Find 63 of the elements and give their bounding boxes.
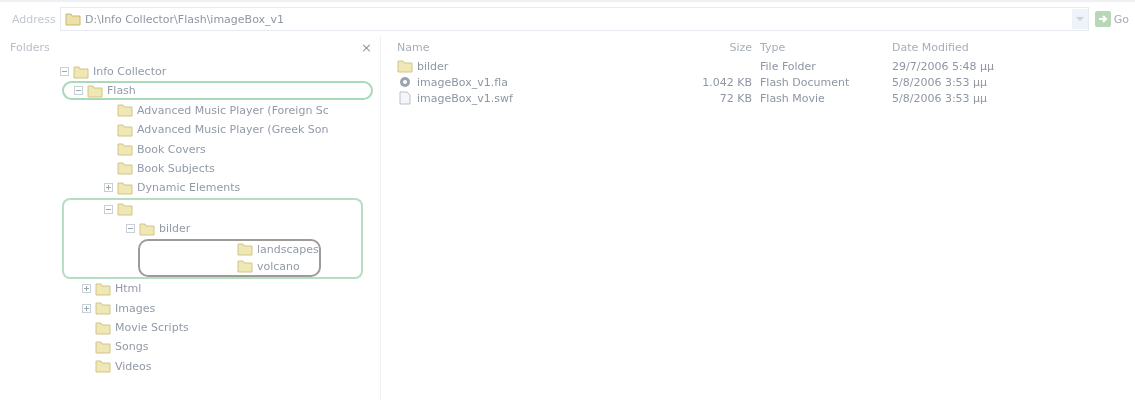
expander-icon[interactable] bbox=[104, 183, 113, 193]
folder-item[interactable]: Movie Scripts bbox=[115, 321, 189, 335]
expander-icon[interactable] bbox=[126, 224, 135, 234]
folder-item[interactable]: Images bbox=[115, 301, 156, 315]
file-name[interactable]: imageBox_v1.swf bbox=[417, 91, 513, 105]
folder-icon bbox=[65, 12, 81, 26]
file-name[interactable]: bilder bbox=[417, 59, 449, 73]
address-field[interactable]: D:\Info Collector\Flash\imageBox_v1 bbox=[60, 7, 1089, 31]
document-icon bbox=[397, 75, 413, 89]
folder-item[interactable]: Book Subjects bbox=[137, 161, 215, 175]
folder-icon bbox=[117, 202, 133, 217]
close-button[interactable]: × bbox=[359, 39, 374, 55]
file-date: 29/7/2006 5:48 μμ bbox=[892, 59, 995, 73]
go-button[interactable]: Go bbox=[1092, 11, 1131, 27]
file-type: File Folder bbox=[760, 59, 816, 73]
file-name[interactable]: imageBox_v1.fla bbox=[417, 75, 508, 89]
expander-icon[interactable] bbox=[60, 67, 69, 76]
folder-icon bbox=[397, 59, 413, 73]
folder-item[interactable]: Info Collector bbox=[93, 65, 167, 78]
expander-icon[interactable] bbox=[82, 303, 91, 313]
folder-item[interactable]: bilder bbox=[159, 222, 191, 236]
column-header[interactable]: Date Modified bbox=[892, 40, 969, 54]
file-icon bbox=[397, 91, 413, 105]
file-date: 5/8/2006 3:53 μμ bbox=[892, 75, 988, 89]
expander-icon[interactable] bbox=[104, 204, 113, 214]
folder-icon bbox=[95, 301, 111, 316]
pane-title: Folders bbox=[10, 40, 50, 54]
folder-item[interactable]: volcano bbox=[257, 259, 300, 273]
folder-icon bbox=[117, 180, 133, 195]
folder-icon bbox=[87, 83, 103, 98]
folder-icon bbox=[95, 281, 111, 296]
folder-item[interactable]: Advanced Music Player (Foreign Sc bbox=[137, 103, 329, 117]
dropdown-button[interactable] bbox=[1071, 9, 1088, 29]
folder-item[interactable]: Songs bbox=[115, 340, 149, 354]
folder-item[interactable]: Dynamic Elements bbox=[137, 181, 241, 195]
folder-icon bbox=[237, 259, 253, 274]
file-type: Flash Document bbox=[760, 75, 850, 89]
folder-icon bbox=[237, 242, 253, 256]
file-size: 1.042 KB bbox=[702, 75, 752, 89]
file-date: 5/8/2006 3:53 μμ bbox=[892, 91, 988, 105]
folder-item[interactable]: Videos bbox=[115, 359, 152, 373]
expander-icon[interactable] bbox=[74, 86, 83, 96]
column-header[interactable]: Name bbox=[397, 40, 652, 54]
folder-item[interactable]: Book Covers bbox=[137, 142, 206, 156]
folder-item[interactable]: Flash bbox=[107, 84, 136, 98]
folder-icon bbox=[117, 122, 133, 137]
column-header[interactable]: Type bbox=[760, 40, 892, 54]
folder-icon bbox=[139, 221, 155, 236]
folder-item[interactable]: Advanced Music Player (Greek Son bbox=[137, 123, 329, 137]
file-size: 72 KB bbox=[719, 91, 752, 105]
address-label: Address bbox=[12, 12, 56, 26]
file-type: Flash Movie bbox=[760, 91, 825, 105]
folder-icon bbox=[117, 103, 133, 118]
folder-item[interactable]: Html bbox=[115, 282, 142, 296]
folder-icon bbox=[95, 320, 111, 335]
expander-icon[interactable] bbox=[82, 284, 91, 294]
folder-icon bbox=[95, 339, 111, 354]
folder-icon bbox=[117, 161, 133, 176]
folder-icon bbox=[117, 142, 133, 157]
folder-icon bbox=[73, 64, 89, 79]
caret-icon bbox=[1075, 16, 1084, 22]
folder-icon bbox=[95, 359, 111, 374]
column-header[interactable]: Size bbox=[652, 40, 760, 54]
